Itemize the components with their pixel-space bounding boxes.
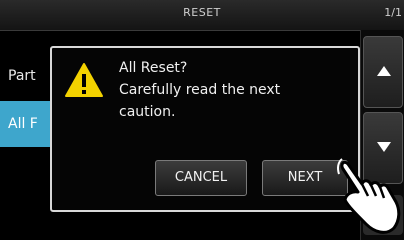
screen-title: RESET	[183, 6, 221, 19]
tap-hand-icon	[337, 158, 401, 234]
page-indicator: 1/1	[384, 6, 402, 19]
warning-icon	[65, 63, 103, 97]
screen: RESET 1/1 Part All F All Reset? Carefull…	[0, 0, 404, 240]
dialog-message-line: Carefully read the next	[119, 82, 281, 98]
cancel-button[interactable]: CANCEL	[155, 160, 247, 196]
title-bar: RESET 1/1	[0, 0, 404, 31]
dialog-message-line: All Reset?	[119, 60, 188, 76]
dialog-message-line: caution.	[119, 104, 176, 120]
arrow-down-icon	[377, 142, 391, 152]
reset-confirm-dialog: All Reset? Carefully read the next cauti…	[50, 46, 360, 212]
scroll-up-button[interactable]	[363, 36, 403, 108]
arrow-up-icon	[377, 66, 391, 76]
